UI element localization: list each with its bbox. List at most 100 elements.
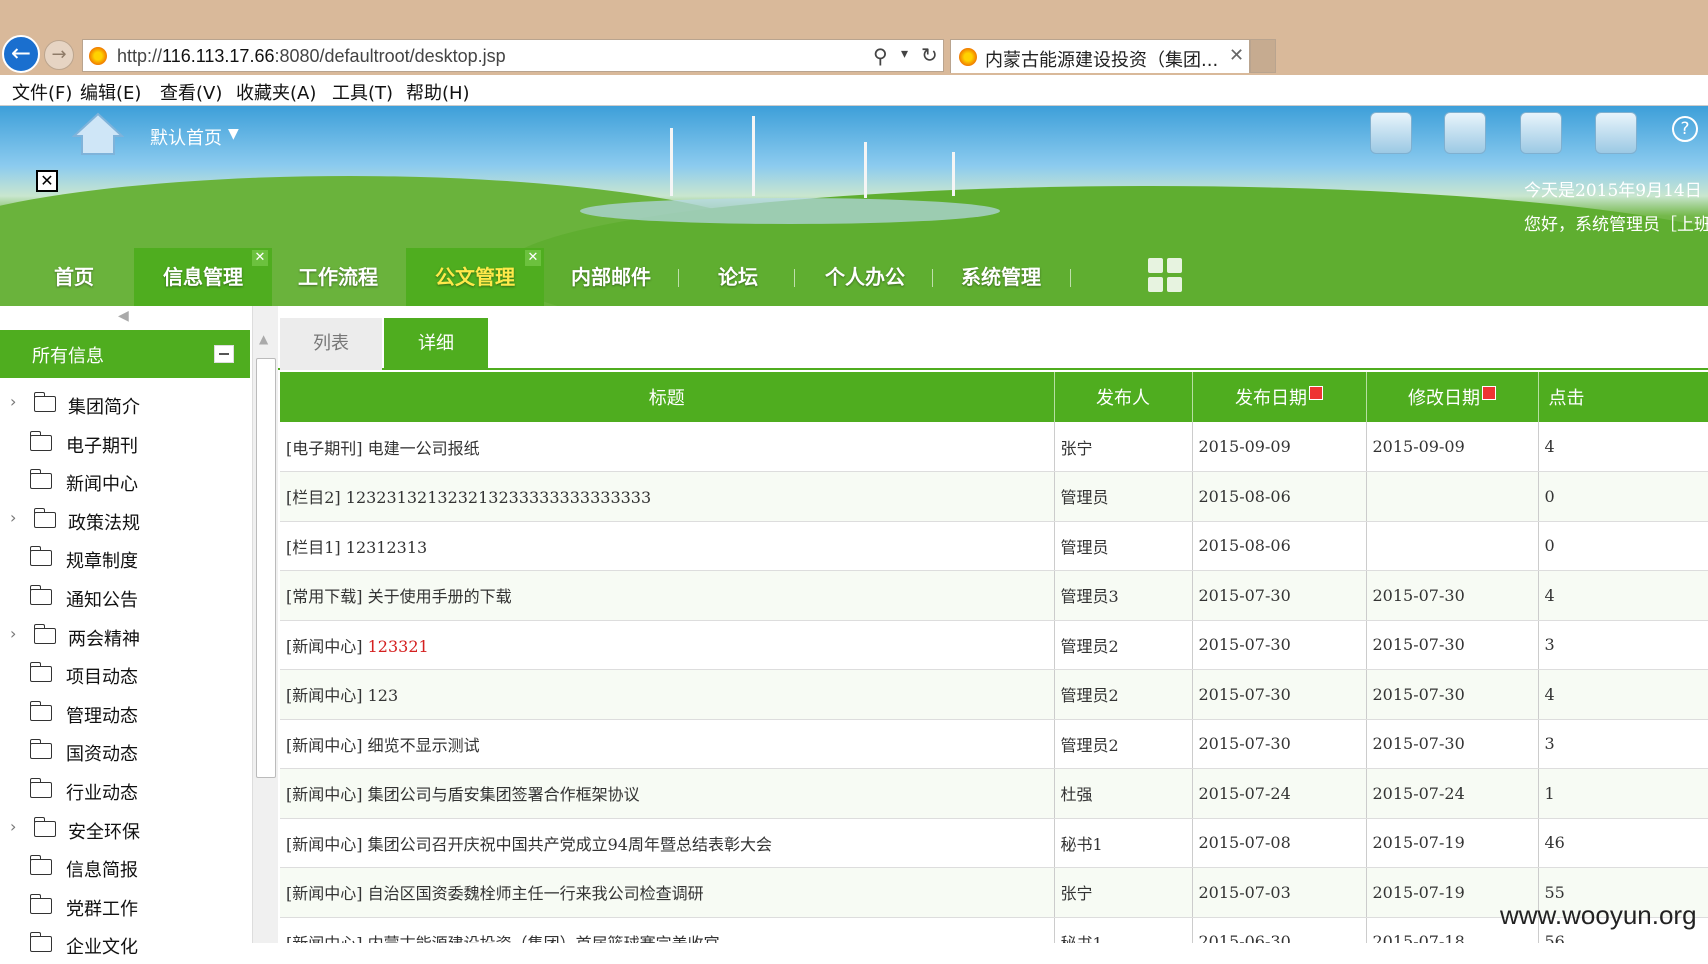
cell-title[interactable]: [栏目2] 123231321323213233333333333333 <box>280 471 1055 522</box>
table-row[interactable]: [栏目1] 12312313 管理员 2015-08-06 0 <box>280 521 1708 571</box>
nav-workflow[interactable]: 工作流程 <box>276 248 400 306</box>
title-link[interactable]: 电建一公司报纸 <box>368 439 480 458</box>
new-tab-button[interactable] <box>1250 39 1276 73</box>
sidebar-item[interactable]: 管理动态 <box>0 695 250 733</box>
menu-tools[interactable]: 工具(T) <box>332 79 393 105</box>
list-icon[interactable] <box>1595 112 1637 154</box>
cell-title[interactable]: [新闻中心] 自治区国资委魏栓师主任一行来我公司检查调研 <box>280 867 1055 918</box>
sidebar-item[interactable]: 电子期刊 <box>0 425 250 463</box>
title-link[interactable]: 123231321323213233333333333333 <box>346 488 651 507</box>
col-header-author[interactable]: 发布人 <box>1054 372 1193 422</box>
browser-tab[interactable]: 内蒙古能源建设投资（集团... ✕ <box>950 39 1250 73</box>
sidebar-item[interactable]: 项目动态 <box>0 656 250 694</box>
nav-system-management[interactable]: 系统管理 <box>942 248 1060 306</box>
address-bar[interactable]: http://116.113.17.66:8080/defaultroot/de… <box>82 39 944 72</box>
refresh-icon[interactable]: ↻ <box>921 43 938 67</box>
col-header-title[interactable]: 标题 <box>280 372 1055 422</box>
menu-help[interactable]: 帮助(H) <box>406 79 470 105</box>
search-icon[interactable]: ⚲ <box>873 44 888 68</box>
close-tab-icon[interactable]: ✕ <box>252 250 268 266</box>
cell-title[interactable]: [新闻中心] 内蒙古能源建设投资（集团）首届篮球赛完美收官 <box>280 917 1055 943</box>
app-grid-icon[interactable] <box>1148 258 1184 294</box>
sidebar-item[interactable]: 企业文化 <box>0 926 250 964</box>
nav-personal-office[interactable]: 个人办公 <box>806 248 924 306</box>
sidebar-item[interactable]: › 两会精神 <box>0 618 250 656</box>
cell-title[interactable]: [栏目1] 12312313 <box>280 521 1055 571</box>
title-link[interactable]: 集团公司与盾安集团签署合作框架协议 <box>368 785 640 804</box>
menu-edit[interactable]: 编辑(E) <box>80 79 141 105</box>
default-home-label[interactable]: 默认首页 <box>150 124 222 150</box>
table-row[interactable]: [新闻中心] 集团公司与盾安集团签署合作框架协议 杜强 2015-07-24 2015… <box>280 768 1708 819</box>
title-link[interactable]: 123 <box>368 686 399 705</box>
sidebar-item[interactable]: 党群工作 <box>0 888 250 926</box>
back-button[interactable]: ← <box>2 35 40 73</box>
nav-internal-mail[interactable]: 内部邮件 <box>550 248 672 306</box>
title-link[interactable]: 自治区国资委魏栓师主任一行来我公司检查调研 <box>368 884 704 903</box>
table-row[interactable]: [电子期刊] 电建一公司报纸 张宁 2015-09-09 2015-09-09 4 <box>280 422 1708 472</box>
sidebar-item[interactable]: 行业动态 <box>0 772 250 810</box>
nav-forum[interactable]: 论坛 <box>688 248 788 306</box>
calendar-icon[interactable] <box>1309 386 1323 400</box>
table-row[interactable]: [新闻中心] 内蒙古能源建设投资（集团）首届篮球赛完美收官秘书12015-06-… <box>280 917 1708 943</box>
title-link[interactable]: 关于使用手册的下载 <box>368 587 512 606</box>
expand-chevron-icon[interactable]: › <box>10 392 16 411</box>
nav-document-management[interactable]: 公文管理 <box>406 248 544 306</box>
address-text[interactable]: http://116.113.17.66:8080/defaultroot/de… <box>117 46 506 67</box>
table-row[interactable]: [栏目2] 123231321323213233333333333333 管理员 2… <box>280 471 1708 522</box>
tab-close-icon[interactable]: ✕ <box>1229 45 1244 66</box>
scroll-up-icon[interactable]: ▲ <box>259 332 268 346</box>
cell-title[interactable]: [新闻中心] 集团公司与盾安集团签署合作框架协议 <box>280 768 1055 819</box>
close-banner-icon[interactable]: ✕ <box>36 170 58 192</box>
sidebar-item[interactable]: › 集团简介 <box>0 386 250 424</box>
forward-button[interactable]: → <box>44 40 74 70</box>
expand-chevron-icon[interactable]: › <box>10 817 16 836</box>
calendar-icon[interactable] <box>1482 386 1496 400</box>
cell-title[interactable]: [常用下载] 关于使用手册的下载 <box>280 570 1055 621</box>
sidebar-item[interactable]: 通知公告 <box>0 579 250 617</box>
table-row[interactable]: [新闻中心] 123 管理员2 2015-07-30 2015-07-30 4 <box>280 669 1708 720</box>
table-row[interactable]: [常用下载] 关于使用手册的下载 管理员3 2015-07-30 2015-07-30… <box>280 570 1708 621</box>
close-tab-icon[interactable]: ✕ <box>525 250 541 266</box>
col-header-published[interactable]: 发布日期 <box>1192 372 1367 422</box>
sidebar-item[interactable]: › 政策法规 <box>0 502 250 540</box>
expand-chevron-icon[interactable]: › <box>10 508 16 527</box>
table-row[interactable]: [新闻中心] 细览不显示测试 管理员2 2015-07-30 2015-07-30 3 <box>280 719 1708 769</box>
menu-file[interactable]: 文件(F) <box>12 79 72 105</box>
collapse-minus-icon[interactable] <box>214 345 234 363</box>
title-link[interactable]: 细览不显示测试 <box>368 736 480 755</box>
title-link[interactable]: 内蒙古能源建设投资（集团）首届篮球赛完美收官 <box>368 934 720 943</box>
menu-favorites[interactable]: 收藏夹(A) <box>236 79 316 105</box>
sidebar-item[interactable]: › 安全环保 <box>0 811 250 849</box>
document-icon[interactable] <box>1444 112 1486 154</box>
expand-chevron-icon[interactable]: › <box>10 624 16 643</box>
collapse-sidebar-icon[interactable]: ◀ <box>118 308 129 324</box>
cell-title[interactable]: [新闻中心] 123 <box>280 669 1055 720</box>
sidebar-item[interactable]: 新闻中心 <box>0 463 250 501</box>
sidebar-item[interactable]: 信息简报 <box>0 849 250 887</box>
cell-title[interactable]: [新闻中心] 细览不显示测试 <box>280 719 1055 769</box>
help-icon[interactable]: ? <box>1672 116 1698 142</box>
table-row[interactable]: [新闻中心] 集团公司召开庆祝中国共产党成立94周年暨总结表彰大会 秘书1 2015… <box>280 818 1708 868</box>
sidebar-item[interactable]: 国资动态 <box>0 733 250 771</box>
cell-title[interactable]: [电子期刊] 电建一公司报纸 <box>280 422 1055 472</box>
cell-title[interactable]: [新闻中心] 集团公司召开庆祝中国共产党成立94周年暨总结表彰大会 <box>280 818 1055 868</box>
nav-home[interactable]: 首页 <box>28 248 120 306</box>
home-icon[interactable] <box>72 112 124 156</box>
compose-icon[interactable] <box>1370 112 1412 154</box>
sidebar-item[interactable]: 规章制度 <box>0 540 250 578</box>
tab-list[interactable]: 列表 <box>280 318 382 370</box>
mail-icon[interactable] <box>1520 112 1562 154</box>
menu-view[interactable]: 查看(V) <box>160 79 222 105</box>
sidebar-scrollbar[interactable]: ▲ <box>252 306 278 943</box>
col-header-clicks[interactable]: 点击 <box>1538 372 1708 422</box>
tab-detail[interactable]: 详细 <box>384 318 488 370</box>
title-link[interactable]: 12312313 <box>346 538 427 557</box>
cell-title[interactable]: [新闻中心] 123321 <box>280 620 1055 670</box>
title-link[interactable]: 集团公司召开庆祝中国共产党成立94周年暨总结表彰大会 <box>368 835 772 854</box>
dropdown-caret-icon[interactable]: ▾ <box>901 46 908 62</box>
title-link[interactable]: 123321 <box>368 637 429 656</box>
home-dropdown-icon[interactable]: ▼ <box>228 126 239 142</box>
table-row[interactable]: [新闻中心] 自治区国资委魏栓师主任一行来我公司检查调研 张宁 2015-07-03… <box>280 867 1708 918</box>
table-row[interactable]: [新闻中心] 123321 管理员2 2015-07-30 2015-07-30 3 <box>280 620 1708 670</box>
col-header-modified[interactable]: 修改日期 <box>1366 372 1539 422</box>
